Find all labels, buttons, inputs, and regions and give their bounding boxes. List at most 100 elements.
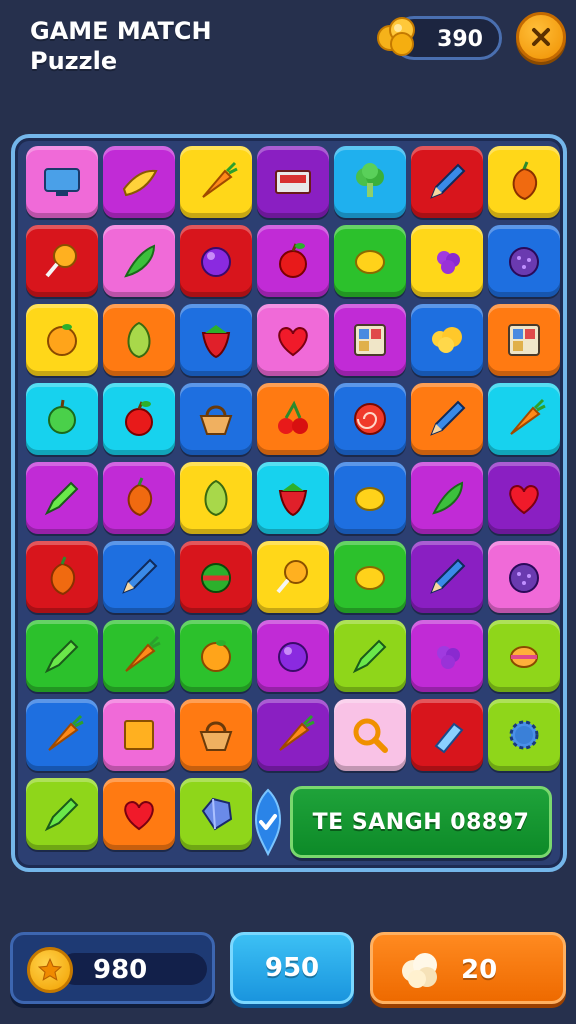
tile[interactable] <box>26 699 98 771</box>
close-button[interactable] <box>516 12 566 62</box>
lemon-icon <box>355 250 385 274</box>
pencil-icon <box>430 163 466 199</box>
popcorn-icon <box>402 953 437 988</box>
tile[interactable] <box>488 146 560 218</box>
tile[interactable] <box>334 383 406 455</box>
lime-icon <box>48 399 76 434</box>
tile[interactable] <box>257 541 329 613</box>
star-coin-icon <box>27 947 73 993</box>
tile[interactable] <box>180 541 252 613</box>
tile[interactable] <box>334 541 406 613</box>
tile[interactable] <box>103 462 175 534</box>
tile[interactable] <box>334 146 406 218</box>
tile[interactable] <box>26 541 98 613</box>
orange-icon <box>47 324 77 356</box>
tile[interactable] <box>334 462 406 534</box>
tile[interactable] <box>257 383 329 455</box>
tile[interactable] <box>411 383 483 455</box>
tile[interactable] <box>26 778 98 850</box>
tile[interactable] <box>26 304 98 376</box>
tile[interactable] <box>488 541 560 613</box>
coin-balance: 980 <box>93 955 148 985</box>
check-pin-icon[interactable] <box>252 786 284 858</box>
title-line-2: Puzzle <box>30 47 118 75</box>
pencil-icon <box>430 400 466 436</box>
orange-icon <box>201 640 231 672</box>
tile[interactable] <box>103 146 175 218</box>
tile[interactable] <box>411 699 483 771</box>
tile[interactable] <box>26 383 98 455</box>
marker-icon <box>44 481 79 516</box>
grape-icon <box>437 646 460 669</box>
tile[interactable] <box>411 462 483 534</box>
tile[interactable] <box>334 225 406 297</box>
tile[interactable] <box>103 304 175 376</box>
title-line-1: GAME MATCH <box>30 17 212 45</box>
tile[interactable] <box>334 699 406 771</box>
square-icon <box>124 720 154 750</box>
swirl-icon <box>354 403 386 435</box>
tile[interactable] <box>488 304 560 376</box>
banana-icon <box>122 169 158 197</box>
pencil-icon <box>430 558 466 594</box>
berry-icon <box>509 247 539 277</box>
tile[interactable] <box>257 620 329 692</box>
tile[interactable] <box>257 225 329 297</box>
lollipop-icon <box>45 244 77 278</box>
tile[interactable] <box>180 620 252 692</box>
pepper-icon <box>512 161 538 201</box>
score-button[interactable]: 950 <box>230 932 354 1004</box>
game-title: GAME MATCH Puzzle <box>30 16 212 76</box>
banner-text: TE SANGH 08897 <box>312 809 530 835</box>
tile[interactable] <box>103 620 175 692</box>
coin-balance-panel[interactable]: 980 <box>10 932 215 1004</box>
tile[interactable] <box>180 225 252 297</box>
candy-icon <box>510 646 538 668</box>
popcorn-button[interactable]: 20 <box>370 932 566 1004</box>
tile[interactable] <box>488 620 560 692</box>
tile[interactable] <box>411 620 483 692</box>
tile[interactable] <box>257 304 329 376</box>
tile[interactable] <box>488 383 560 455</box>
tile[interactable] <box>103 699 175 771</box>
tile[interactable] <box>257 146 329 218</box>
tile[interactable] <box>180 778 252 850</box>
coin-cluster-icon <box>376 14 418 58</box>
chili-icon <box>124 244 156 278</box>
tile[interactable] <box>257 462 329 534</box>
tile[interactable] <box>103 383 175 455</box>
tile[interactable] <box>488 225 560 297</box>
tile[interactable] <box>411 146 483 218</box>
tile[interactable] <box>180 699 252 771</box>
tile[interactable] <box>488 462 560 534</box>
strawberry-icon <box>278 483 308 517</box>
message-banner[interactable]: TE SANGH 08897 <box>290 786 552 858</box>
berry-icon <box>509 563 539 593</box>
tile[interactable] <box>334 304 406 376</box>
tile[interactable] <box>180 146 252 218</box>
tile[interactable] <box>103 225 175 297</box>
tile[interactable] <box>103 778 175 850</box>
basket-icon <box>199 721 233 751</box>
bottle-icon <box>434 722 464 754</box>
tile[interactable] <box>411 304 483 376</box>
tile[interactable] <box>26 225 98 297</box>
tile[interactable] <box>180 383 252 455</box>
tile[interactable] <box>411 225 483 297</box>
tile[interactable] <box>180 304 252 376</box>
tile[interactable] <box>26 462 98 534</box>
tile[interactable] <box>488 699 560 771</box>
monitor-icon <box>44 168 80 196</box>
magnifier-icon <box>353 718 388 753</box>
tile[interactable] <box>257 699 329 771</box>
carrot-icon <box>48 714 84 751</box>
basket-icon <box>199 405 233 435</box>
tile[interactable] <box>103 541 175 613</box>
tile[interactable] <box>26 620 98 692</box>
lemon-icon <box>355 566 385 590</box>
marker-icon <box>352 639 387 674</box>
tile[interactable] <box>411 541 483 613</box>
tile[interactable] <box>180 462 252 534</box>
tile[interactable] <box>26 146 98 218</box>
tile[interactable] <box>334 620 406 692</box>
